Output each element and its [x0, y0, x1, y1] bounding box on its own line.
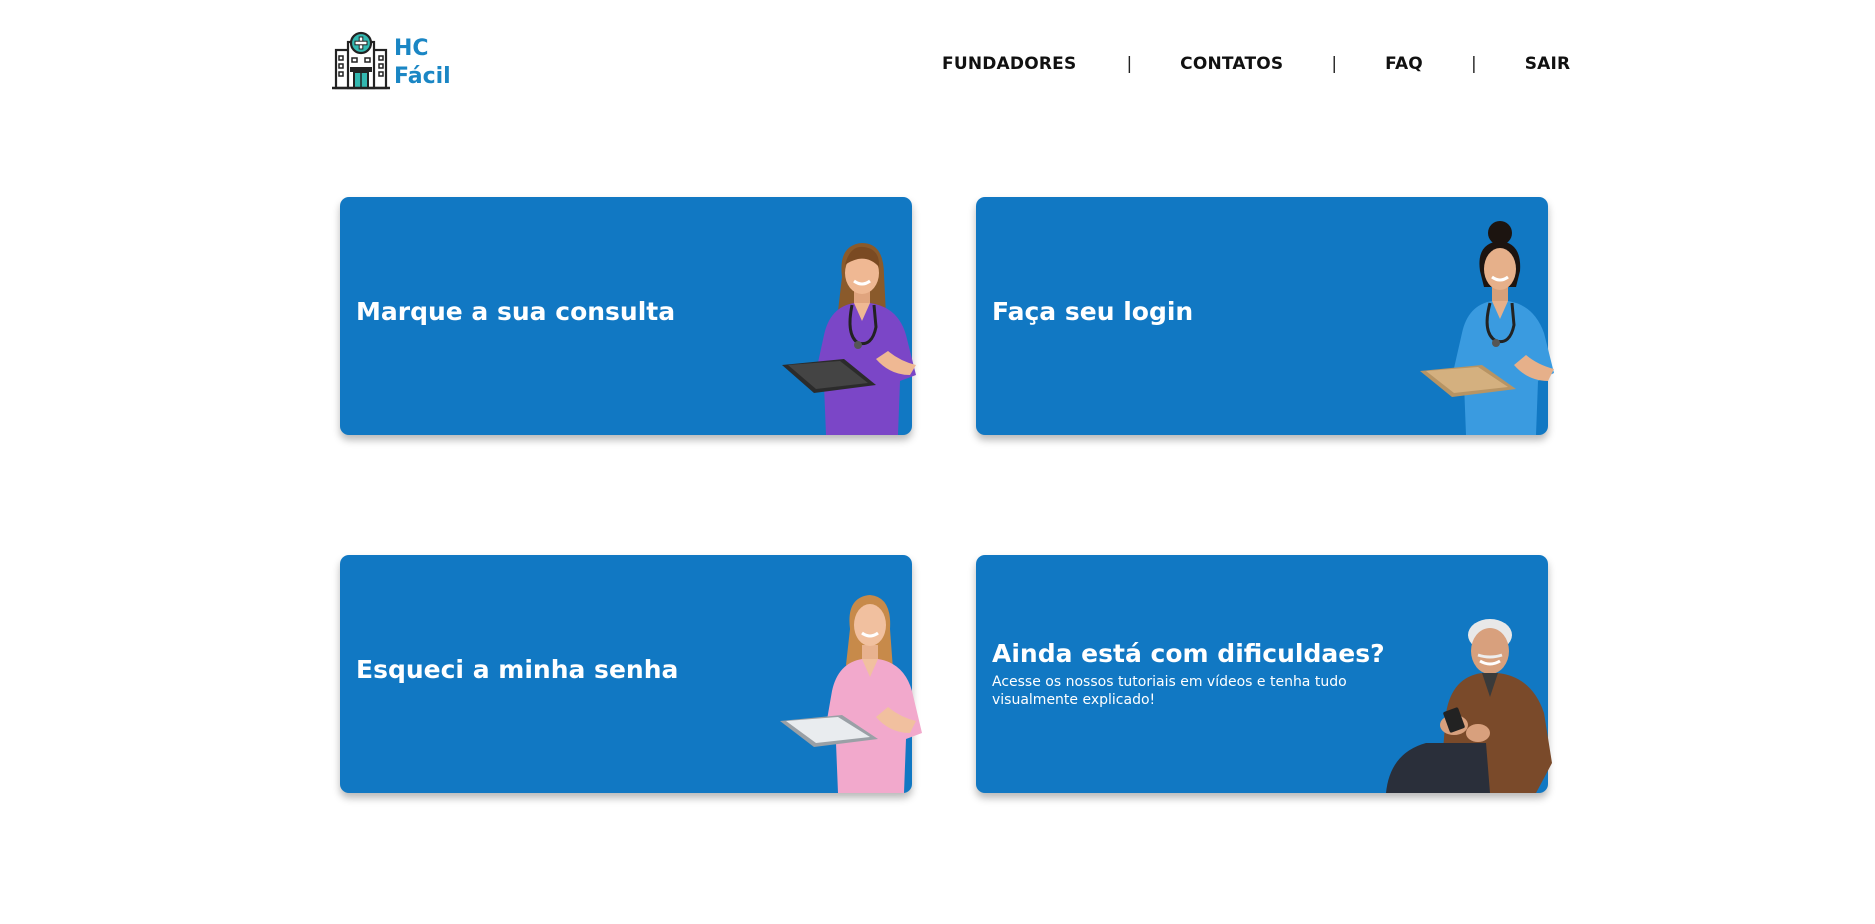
logo-text: HC Fácil [394, 35, 451, 91]
nav-separator: | [1331, 54, 1338, 74]
nav-faq[interactable]: FAQ [1385, 54, 1423, 74]
card-title: Ainda está com dificuldaes? [992, 639, 1385, 668]
hospital-building-icon [332, 31, 390, 90]
card-subtitle: Acesse os nossos tutoriais em vídeos e t… [992, 674, 1347, 708]
nurse-pink-scrubs-illustration [780, 595, 922, 793]
card-login[interactable]: Faça seu login [976, 197, 1554, 435]
card-title: Esqueci a minha senha [356, 655, 679, 684]
nav-fundadores[interactable]: FUNDADORES [942, 54, 1076, 74]
logo[interactable]: HC Fácil [330, 30, 451, 92]
card-dificuldades[interactable]: Ainda está com dificuldaes? Acesse os no… [976, 555, 1552, 793]
main-nav: FUNDADORES | CONTATOS | FAQ | SAIR [942, 52, 1570, 76]
card-esqueci-senha[interactable]: Esqueci a minha senha [340, 555, 922, 793]
card-title: Faça seu login [992, 297, 1194, 326]
nurse-blue-scrubs-illustration [1420, 221, 1554, 435]
nav-contatos[interactable]: CONTATOS [1180, 54, 1283, 74]
elderly-man-phone-illustration [1386, 619, 1552, 793]
page: HC Fácil FUNDADORES | CONTATOS | FAQ | S… [0, 0, 1875, 924]
logo-line-1: HC [394, 36, 429, 61]
nav-separator: | [1470, 54, 1477, 74]
nurse-purple-scrubs-illustration [782, 243, 916, 435]
logo-line-2: Fácil [394, 64, 451, 89]
nav-sair[interactable]: SAIR [1525, 54, 1571, 74]
card-marque-consulta[interactable]: Marque a sua consulta [340, 197, 916, 435]
nav-separator: | [1126, 54, 1133, 74]
card-title: Marque a sua consulta [356, 297, 676, 326]
